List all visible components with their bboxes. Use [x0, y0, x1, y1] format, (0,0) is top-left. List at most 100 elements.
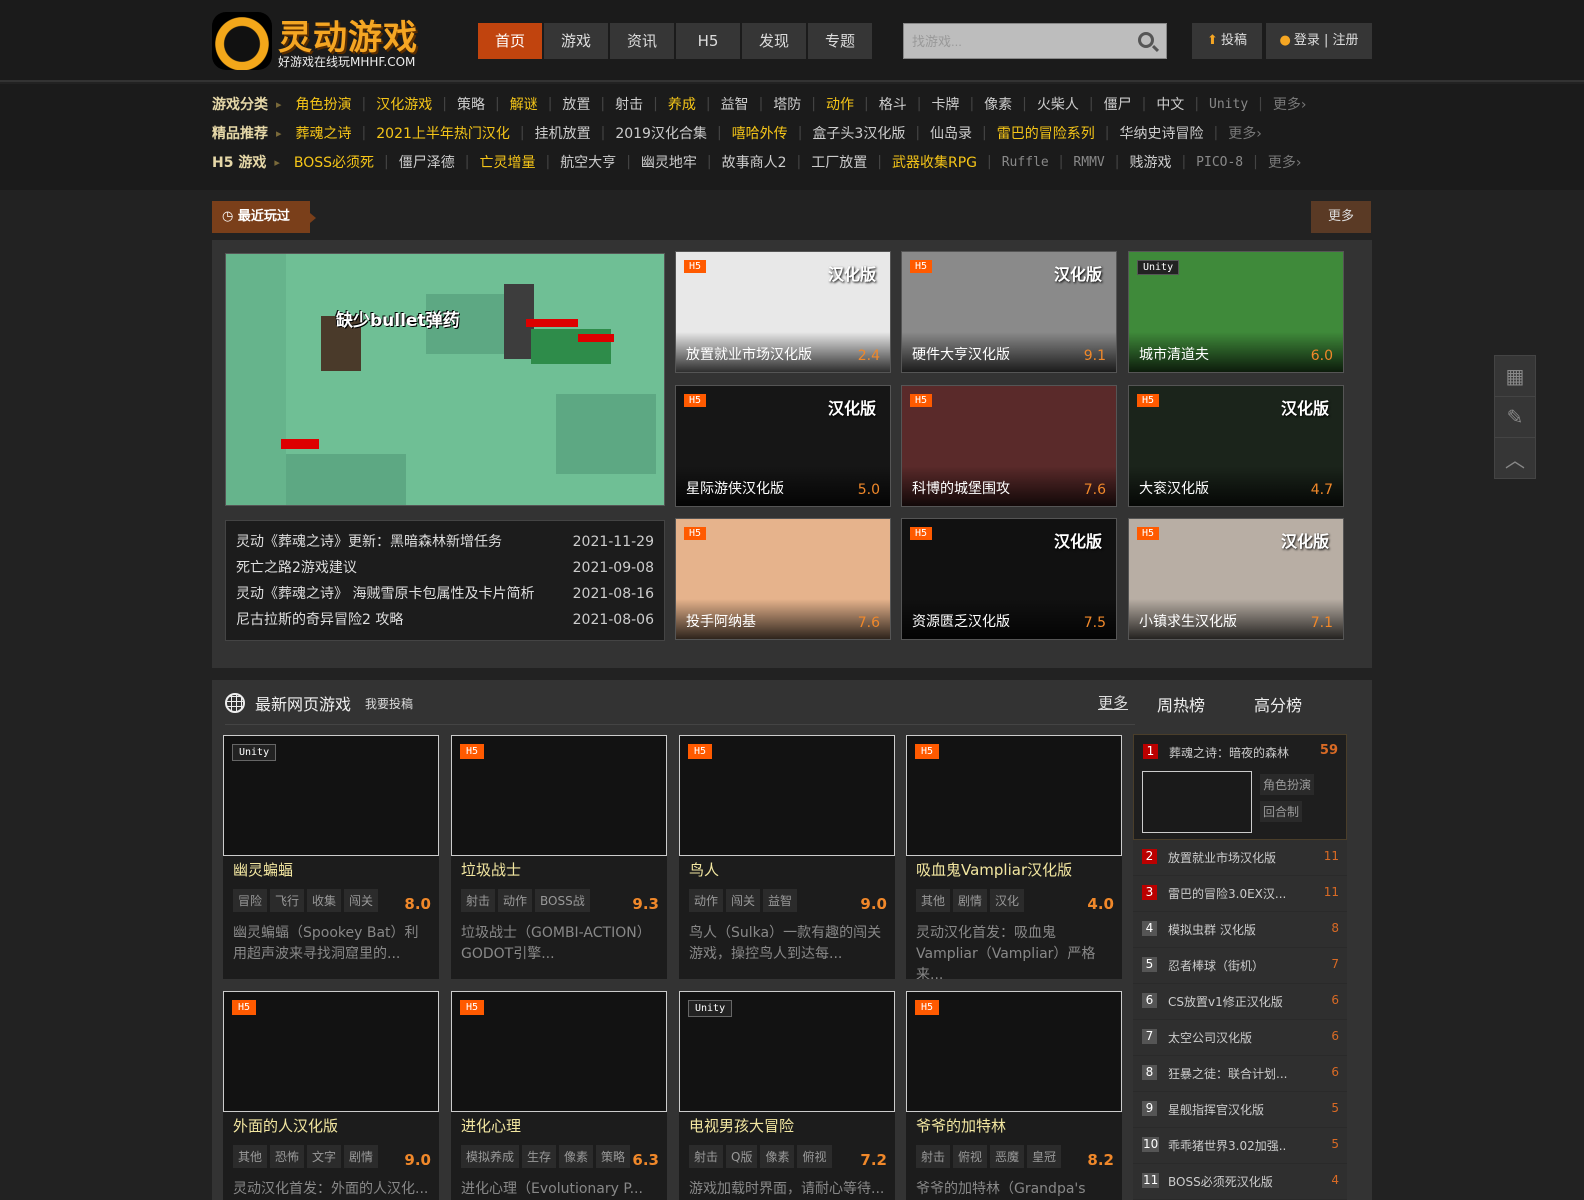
category-link[interactable]: 华纳史诗冒险 — [1119, 123, 1203, 143]
site-logo[interactable]: 灵动游戏 好游戏在线玩MHHF.COM — [210, 10, 425, 72]
ranking-item[interactable]: 5 忍者棒球（街机） 7 — [1133, 948, 1347, 984]
recent-game-tile[interactable]: H5 汉化版 放置就业市场汉化版 2.4 — [675, 251, 891, 373]
category-link[interactable]: 仙岛录 — [930, 123, 972, 143]
recent-game-tile[interactable]: H5 汉化版 大衮汉化版 4.7 — [1128, 385, 1344, 507]
game-tag[interactable]: 益智 — [763, 889, 798, 912]
category-link[interactable]: 僵尸 — [1104, 94, 1132, 114]
recent-game-tile[interactable]: H5 投手阿纳基 7.6 — [675, 518, 891, 640]
category-link[interactable]: 放置 — [562, 94, 590, 114]
game-tag[interactable]: Q版 — [726, 1145, 758, 1168]
game-tag[interactable]: 冒险 — [233, 889, 268, 912]
ranking-item[interactable]: 3 雷巴的冒险3.0EX汉... 11 — [1133, 876, 1347, 912]
tab-top-rated[interactable]: 高分榜 — [1254, 692, 1302, 716]
category-link[interactable]: 亡灵增量 — [479, 152, 535, 172]
category-link[interactable]: 角色扮演 — [296, 94, 352, 114]
ranking-item[interactable]: 11 BOSS必须死汉化版 4 — [1133, 1164, 1347, 1200]
category-link[interactable]: 射击 — [615, 94, 643, 114]
game-tag[interactable]: 俯视 — [953, 1145, 988, 1168]
game-card[interactable]: H5 鸟人 动作 闯关 益智 9.0 鸟人（Sulka）一款有趣的闯关游戏，操控鸟人到达每.… — [679, 735, 895, 979]
category-link[interactable]: 雷巴的冒险系列 — [997, 123, 1095, 143]
category-link[interactable]: 动作 — [826, 94, 854, 114]
category-link[interactable]: 更多› — [1273, 94, 1307, 114]
category-link[interactable]: 塔防 — [773, 94, 801, 114]
category-link[interactable]: 2019汉化合集 — [615, 123, 707, 143]
ranking-item[interactable]: 2 放置就业市场汉化版 11 — [1133, 840, 1347, 876]
category-link[interactable]: 养成 — [668, 94, 696, 114]
game-tag[interactable]: BOSS战 — [535, 889, 590, 912]
ranking-item[interactable]: 6 CS放置v1修正汉化版 6 — [1133, 984, 1347, 1020]
submit-button[interactable]: ⬆ 投稿 — [1192, 23, 1262, 59]
game-card[interactable]: H5 外面的人汉化版 其他 恐怖 文字 剧情 9.0 灵动汉化首发：外面的人汉化... — [223, 991, 439, 1200]
recent-game-tile[interactable]: H5 汉化版 资源匮乏汉化版 7.5 — [901, 518, 1117, 640]
category-link[interactable]: 贱游戏 — [1129, 152, 1171, 172]
game-tag[interactable]: 剧情 — [344, 1145, 379, 1168]
news-item[interactable]: 灵动《葬魂之诗》更新：黑暗森林新增任务 2021-11-29 — [236, 529, 654, 555]
game-tag[interactable]: 其他 — [233, 1145, 268, 1168]
game-tag[interactable]: 模拟养成 — [461, 1145, 520, 1168]
category-link[interactable]: 僵尸泽德 — [399, 152, 455, 172]
nav-discover[interactable]: 发现 — [742, 23, 806, 59]
latest-more-link[interactable]: 更多 — [1098, 692, 1128, 713]
category-link[interactable]: 更多› — [1228, 123, 1262, 143]
featured-game-banner[interactable]: 缺少bullet弹药 — [225, 253, 665, 506]
ranking-item[interactable]: 4 模拟虫群 汉化版 8 — [1133, 912, 1347, 948]
search-input[interactable] — [904, 24, 1124, 58]
game-tag[interactable]: 其他 — [916, 889, 951, 912]
category-link[interactable]: 汉化游戏 — [376, 94, 432, 114]
nav-topics[interactable]: 专题 — [808, 23, 872, 59]
ranking-item[interactable]: 7 太空公司汉化版 6 — [1133, 1020, 1347, 1056]
game-card[interactable]: Unity 幽灵蝙蝠 冒险 飞行 收集 闯关 8.0 幽灵蝙蝠（Spookey Bat）利用超… — [223, 735, 439, 979]
category-link[interactable]: 解谜 — [510, 94, 538, 114]
game-tag[interactable]: 飞行 — [270, 889, 305, 912]
news-item[interactable]: 灵动《葬魂之诗》 海贼雪原卡包属性及卡片简析 2021-08-16 — [236, 581, 654, 607]
ranking-item-top[interactable]: 1 葬魂之诗：暗夜的森林 59 角色扮演 回合制 — [1133, 734, 1347, 840]
category-link[interactable]: 挂机放置 — [535, 123, 591, 143]
category-link[interactable]: 卡牌 — [931, 94, 959, 114]
game-tag[interactable]: 射击 — [689, 1145, 724, 1168]
game-tag[interactable]: 动作 — [498, 889, 533, 912]
game-tag[interactable]: 收集 — [307, 889, 342, 912]
game-tag[interactable]: 生存 — [522, 1145, 557, 1168]
game-tag[interactable]: 射击 — [916, 1145, 951, 1168]
recent-game-tile[interactable]: H5 汉化版 小镇求生汉化版 7.1 — [1128, 518, 1344, 640]
pencil-icon[interactable]: ✎ — [1494, 396, 1536, 438]
category-link[interactable]: RMMV — [1073, 155, 1104, 170]
category-link[interactable]: 火柴人 — [1037, 94, 1079, 114]
game-card[interactable]: H5 爷爷的加特林射击俯视恶魔皇冠 8.2爷爷的加特林（Grandpa's Mi..… — [906, 991, 1122, 1200]
category-link[interactable]: 武器收集RPG — [892, 152, 977, 172]
category-link[interactable]: 益智 — [721, 94, 749, 114]
game-tag[interactable]: 文字 — [307, 1145, 342, 1168]
game-tag[interactable]: 汉化 — [990, 889, 1025, 912]
recent-game-tile[interactable]: H5 汉化版 星际游侠汉化版 5.0 — [675, 385, 891, 507]
ranking-item[interactable]: 8 狂暴之徒：联合计划... 6 — [1133, 1056, 1347, 1092]
recent-game-tile[interactable]: Unity 城市清道夫 6.0 — [1128, 251, 1344, 373]
ranking-item[interactable]: 9 星舰指挥官汉化版 5 — [1133, 1092, 1347, 1128]
category-link[interactable]: 幽灵地牢 — [641, 152, 697, 172]
nav-home[interactable]: 首页 — [478, 23, 542, 59]
game-tag[interactable]: 俯视 — [797, 1145, 832, 1168]
nav-h5[interactable]: H5 — [676, 23, 740, 59]
game-tag[interactable]: 闯关 — [344, 889, 379, 912]
category-link[interactable]: 2021上半年热门汉化 — [376, 123, 510, 143]
news-item[interactable]: 死亡之路2游戏建议 2021-09-08 — [236, 555, 654, 581]
back-to-top-icon[interactable]: ︿ — [1494, 437, 1536, 479]
game-tag[interactable]: 像素 — [760, 1145, 795, 1168]
recent-more-button[interactable]: 更多 — [1311, 201, 1371, 233]
qr-code-icon[interactable]: ▦ — [1494, 355, 1536, 397]
category-link[interactable]: 像素 — [984, 94, 1012, 114]
search-icon[interactable] — [1138, 32, 1154, 48]
category-link[interactable]: 格斗 — [879, 94, 907, 114]
game-card[interactable]: H5 垃圾战士 射击 动作 BOSS战 9.3 垃圾战士（GOMBI-ACTION）GODO… — [451, 735, 667, 979]
nav-games[interactable]: 游戏 — [544, 23, 608, 59]
nav-news[interactable]: 资讯 — [610, 23, 674, 59]
category-link[interactable]: 工厂放置 — [811, 152, 867, 172]
submit-game-link[interactable]: 我要投稿 — [365, 695, 413, 712]
login-register-button[interactable]: ● 登录 | 注册 — [1266, 23, 1372, 59]
ranking-item[interactable]: 10 乖乖猪世界3.02加强.. 5 — [1133, 1128, 1347, 1164]
game-tag[interactable]: 像素 — [559, 1145, 594, 1168]
recent-game-tile[interactable]: H5 汉化版 硬件大亨汉化版 9.1 — [901, 251, 1117, 373]
category-link[interactable]: 嘻哈外传 — [732, 123, 788, 143]
game-tag[interactable]: 恐怖 — [270, 1145, 305, 1168]
category-link[interactable]: 更多› — [1268, 152, 1302, 172]
category-link[interactable]: BOSS必须死 — [294, 152, 374, 172]
